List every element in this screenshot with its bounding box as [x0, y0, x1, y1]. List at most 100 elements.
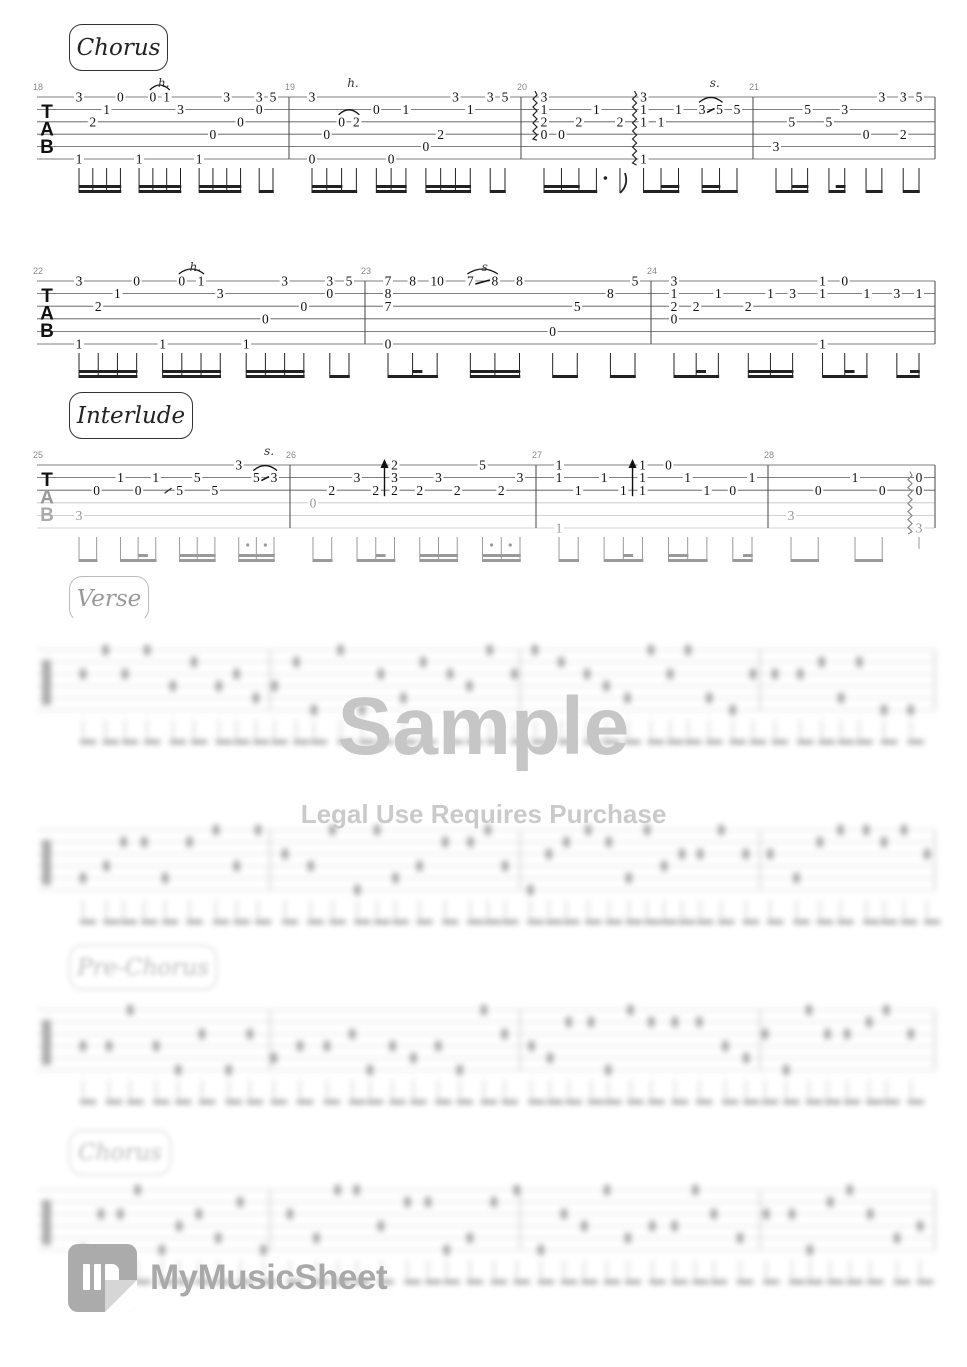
- fret-number: [818, 657, 825, 667]
- fret-number: [389, 1041, 396, 1051]
- beam: [866, 1100, 883, 1104]
- note-event: 5: [914, 90, 924, 193]
- note-event: 0: [298, 299, 309, 378]
- note-event: 0: [147, 90, 158, 193]
- beam: [855, 559, 884, 562]
- fret-number: 3: [878, 90, 885, 105]
- fret-number: [122, 669, 129, 679]
- fret-number: 3: [223, 90, 230, 105]
- note-event: 3: [697, 102, 708, 193]
- measure-26: 260232232 232523: [286, 450, 537, 562]
- fret-number: [106, 1041, 113, 1051]
- fret-number: 1: [117, 470, 124, 485]
- beam: [392, 920, 409, 924]
- beam: [585, 920, 602, 924]
- measure-number: 25: [33, 450, 43, 460]
- note-event: 2: [691, 299, 702, 378]
- fret-number: 0: [309, 152, 316, 167]
- beam: [896, 375, 920, 378]
- fret-number: 5: [346, 274, 353, 289]
- secondary-beam: [494, 370, 521, 373]
- staccato-dot-icon: [508, 543, 512, 547]
- beam: [419, 559, 459, 562]
- beam: [466, 1280, 483, 1284]
- note-event: 2: [435, 127, 446, 193]
- note-event: 3: [485, 90, 496, 193]
- note-event: 1: [591, 102, 608, 193]
- fret-number: [749, 669, 756, 679]
- note-event: 3: [433, 470, 444, 562]
- fret-number: [246, 1029, 253, 1039]
- tab-clef-letter: B: [40, 321, 54, 342]
- fret-number: 0: [300, 299, 307, 314]
- blurred-tab-system: [37, 1005, 936, 1104]
- beam-stub: [412, 370, 423, 373]
- fret-number: 5: [804, 102, 811, 117]
- fret-number: 5: [502, 90, 509, 105]
- fret-number: [924, 849, 931, 859]
- secondary-beam: [544, 185, 563, 188]
- fret-number: [856, 657, 863, 667]
- secondary-beam: [284, 370, 305, 373]
- fret-number: 1: [163, 90, 170, 105]
- secondary-beam: [181, 370, 202, 373]
- note-event: 1: [573, 483, 584, 562]
- beam: [605, 1100, 622, 1104]
- fret-number: 0: [549, 324, 556, 339]
- fret-number: 5: [176, 483, 183, 498]
- beam: [467, 920, 484, 924]
- note-event: 5: [630, 274, 640, 378]
- beam: [357, 559, 396, 562]
- note-event: 111: [554, 458, 564, 562]
- secondary-beam: [256, 554, 275, 557]
- fret-number: [625, 873, 632, 883]
- fret-number: 0: [237, 114, 244, 129]
- measure-number: 18: [33, 82, 43, 92]
- fret-number: [866, 1017, 873, 1027]
- note-event: 0: [813, 483, 824, 562]
- fret-number: [605, 1065, 612, 1075]
- fret-number: [270, 1053, 277, 1063]
- note-event: 0: [336, 114, 347, 193]
- note-event: 232: [380, 458, 400, 562]
- secondary-beam: [92, 185, 108, 188]
- beam: [528, 1100, 545, 1104]
- beam: [490, 190, 506, 193]
- fret-number: 10: [430, 274, 444, 289]
- brand-logo: MyMusicSheet: [68, 1244, 388, 1312]
- secondary-beam: [440, 185, 457, 188]
- measure-number: 28: [764, 450, 774, 460]
- fret-number: 8: [516, 274, 523, 289]
- fret-number: 0: [135, 483, 142, 498]
- fret-number: [527, 885, 534, 895]
- beam: [225, 1100, 242, 1104]
- beam: [443, 1280, 460, 1284]
- fret-number: [537, 1245, 544, 1255]
- note-event: 5: [477, 458, 494, 562]
- note-event: 31: [74, 274, 84, 378]
- fret-number: 2: [391, 483, 398, 498]
- beam: [824, 1100, 841, 1104]
- note-event: 0: [420, 139, 431, 193]
- beam: [404, 1280, 421, 1284]
- fret-number: [883, 1005, 890, 1015]
- fret-number: [141, 837, 148, 847]
- note-event: 5: [164, 483, 185, 562]
- fret-number: 1: [640, 152, 647, 167]
- beam-stub: [696, 370, 706, 373]
- note-event: 1: [465, 102, 476, 193]
- fret-number: 2: [353, 114, 360, 129]
- section-label-chorus-2: Chorus: [69, 1130, 171, 1175]
- measure-number: 22: [33, 266, 43, 276]
- beam: [103, 920, 120, 924]
- note-event: 1: [713, 286, 724, 378]
- fret-number: [175, 1065, 182, 1075]
- fret-number: 1: [658, 114, 665, 129]
- secondary-beam: [152, 185, 168, 188]
- beam: [788, 1280, 805, 1284]
- fret-number: 5: [734, 102, 741, 117]
- beam: [696, 1100, 713, 1104]
- fret-number: [767, 849, 774, 859]
- note-event: 003: [907, 470, 924, 549]
- fret-number: 3: [773, 139, 780, 154]
